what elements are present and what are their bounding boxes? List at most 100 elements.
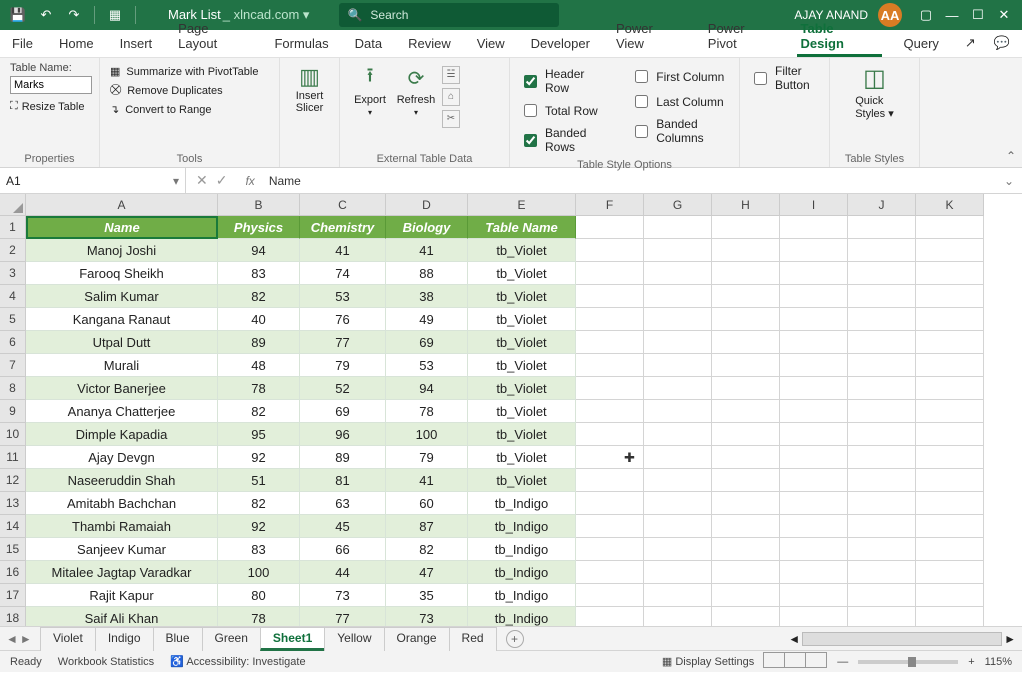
- data-cell[interactable]: Salim Kumar: [26, 285, 218, 308]
- tab-data[interactable]: Data: [351, 36, 386, 57]
- data-cell[interactable]: tb_Indigo: [468, 584, 576, 607]
- data-cell[interactable]: 100: [218, 561, 300, 584]
- open-browser-icon[interactable]: ⌂: [442, 88, 460, 106]
- data-cell[interactable]: Manoj Joshi: [26, 239, 218, 262]
- data-cell[interactable]: 41: [300, 239, 386, 262]
- data-cell[interactable]: 80: [218, 584, 300, 607]
- data-cell[interactable]: 81: [300, 469, 386, 492]
- fx-icon[interactable]: fx: [245, 174, 254, 188]
- grid[interactable]: ABCDEFGHIJK NamePhysicsChemistryBiologyT…: [26, 194, 1022, 626]
- save-icon[interactable]: 💾: [6, 3, 30, 27]
- insert-slicer-button[interactable]: ▥ Insert Slicer: [296, 64, 324, 114]
- data-cell[interactable]: 60: [386, 492, 468, 515]
- data-cell[interactable]: 79: [300, 354, 386, 377]
- data-cell[interactable]: tb_Indigo: [468, 538, 576, 561]
- banded-columns-checkbox[interactable]: Banded Columns: [631, 114, 729, 148]
- collapse-ribbon-icon[interactable]: ⌃: [1006, 149, 1016, 163]
- data-cell[interactable]: 78: [218, 607, 300, 626]
- sheet-tab-yellow[interactable]: Yellow: [324, 627, 384, 651]
- data-cell[interactable]: 38: [386, 285, 468, 308]
- cancel-formula-icon[interactable]: ✕: [196, 172, 208, 189]
- filter-button-checkbox[interactable]: Filter Button: [750, 64, 819, 92]
- col-header-F[interactable]: F: [576, 194, 644, 216]
- tab-insert[interactable]: Insert: [116, 36, 157, 57]
- row-header-9[interactable]: 9: [0, 400, 26, 423]
- data-cell[interactable]: tb_Violet: [468, 331, 576, 354]
- view-buttons[interactable]: [764, 652, 827, 671]
- data-cell[interactable]: 53: [386, 354, 468, 377]
- data-cell[interactable]: tb_Violet: [468, 469, 576, 492]
- data-cell[interactable]: tb_Violet: [468, 262, 576, 285]
- data-cell[interactable]: tb_Indigo: [468, 492, 576, 515]
- tab-home[interactable]: Home: [55, 36, 98, 57]
- properties-icon[interactable]: ☱: [442, 66, 460, 84]
- data-cell[interactable]: Farooq Sheikh: [26, 262, 218, 285]
- header-cell[interactable]: Table Name: [468, 216, 576, 239]
- data-cell[interactable]: 88: [386, 262, 468, 285]
- header-cell[interactable]: Chemistry: [300, 216, 386, 239]
- data-cell[interactable]: Ajay Devgn: [26, 446, 218, 469]
- sheet-tab-red[interactable]: Red: [449, 627, 497, 651]
- avatar[interactable]: AA: [878, 3, 902, 27]
- data-cell[interactable]: Rajit Kapur: [26, 584, 218, 607]
- zoom-level[interactable]: 115%: [985, 656, 1012, 668]
- row-header-11[interactable]: 11: [0, 446, 26, 469]
- data-cell[interactable]: 82: [386, 538, 468, 561]
- data-cell[interactable]: 44: [300, 561, 386, 584]
- chevron-down-icon[interactable]: ▾: [173, 174, 179, 188]
- col-header-G[interactable]: G: [644, 194, 712, 216]
- table-name-input[interactable]: [10, 76, 92, 94]
- row-header-8[interactable]: 8: [0, 377, 26, 400]
- share-icon[interactable]: ↗: [961, 35, 980, 57]
- sheet-tab-sheet1[interactable]: Sheet1: [260, 627, 325, 651]
- data-cell[interactable]: 49: [386, 308, 468, 331]
- data-cell[interactable]: 89: [218, 331, 300, 354]
- col-header-A[interactable]: A: [26, 194, 218, 216]
- data-cell[interactable]: 41: [386, 469, 468, 492]
- resize-table-button[interactable]: ⛶ Resize Table: [10, 100, 89, 113]
- tab-developer[interactable]: Developer: [527, 36, 594, 57]
- data-cell[interactable]: 77: [300, 607, 386, 626]
- data-cell[interactable]: 82: [218, 285, 300, 308]
- header-cell[interactable]: Biology: [386, 216, 468, 239]
- data-cell[interactable]: 78: [218, 377, 300, 400]
- tab-prev-icon[interactable]: ◄: [6, 632, 18, 646]
- row-header-15[interactable]: 15: [0, 538, 26, 561]
- row-header-16[interactable]: 16: [0, 561, 26, 584]
- col-header-D[interactable]: D: [386, 194, 468, 216]
- data-cell[interactable]: 94: [218, 239, 300, 262]
- data-cell[interactable]: tb_Violet: [468, 354, 576, 377]
- data-cell[interactable]: 82: [218, 400, 300, 423]
- banded-rows-checkbox[interactable]: Banded Rows: [520, 123, 603, 157]
- add-sheet-button[interactable]: +: [506, 630, 524, 648]
- data-cell[interactable]: Utpal Dutt: [26, 331, 218, 354]
- data-cell[interactable]: 63: [300, 492, 386, 515]
- form-icon[interactable]: ▦: [103, 3, 127, 27]
- row-header-6[interactable]: 6: [0, 331, 26, 354]
- minimize-icon[interactable]: —: [940, 3, 964, 27]
- data-cell[interactable]: 89: [300, 446, 386, 469]
- data-cell[interactable]: Ananya Chatterjee: [26, 400, 218, 423]
- export-button[interactable]: ⭱Export▾: [350, 64, 390, 128]
- data-cell[interactable]: 66: [300, 538, 386, 561]
- unlink-icon[interactable]: ✂: [442, 110, 460, 128]
- data-cell[interactable]: 69: [300, 400, 386, 423]
- data-cell[interactable]: tb_Indigo: [468, 607, 576, 626]
- refresh-button[interactable]: ⟳Refresh▾: [396, 64, 436, 128]
- tab-next-icon[interactable]: ►: [20, 632, 32, 646]
- data-cell[interactable]: 35: [386, 584, 468, 607]
- zoom-in-icon[interactable]: +: [968, 656, 974, 668]
- search-input[interactable]: 🔍 Search: [339, 3, 559, 27]
- row-header-13[interactable]: 13: [0, 492, 26, 515]
- tab-formulas[interactable]: Formulas: [270, 36, 332, 57]
- quick-styles-button[interactable]: ◫ Quick Styles ▾: [855, 64, 894, 120]
- display-settings-button[interactable]: ▦ Display Settings: [662, 655, 754, 668]
- row-header-1[interactable]: 1: [0, 216, 26, 239]
- last-column-checkbox[interactable]: Last Column: [631, 89, 729, 114]
- data-cell[interactable]: 45: [300, 515, 386, 538]
- data-cell[interactable]: 76: [300, 308, 386, 331]
- data-cell[interactable]: Murali: [26, 354, 218, 377]
- row-header-5[interactable]: 5: [0, 308, 26, 331]
- tab-review[interactable]: Review: [404, 36, 455, 57]
- zoom-slider[interactable]: [858, 660, 958, 664]
